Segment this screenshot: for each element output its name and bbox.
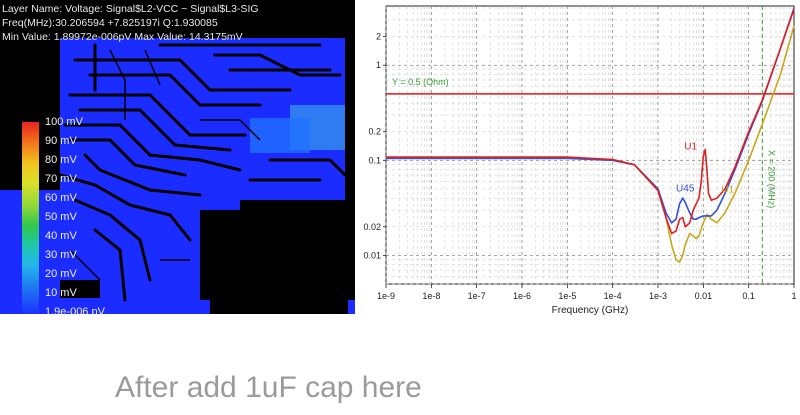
y-tick-label: 0.1 [368, 155, 381, 165]
simulation-view: Layer Name: Voltage: Signal$L2-VCC ~ Sig… [0, 0, 355, 314]
colorbar-label: 100 mV [45, 116, 83, 128]
x-axis-label: Frequency (GHz) [552, 305, 629, 316]
y-tick-label: 0.02 [363, 222, 381, 232]
x-tick-label: 0.1 [742, 291, 755, 301]
layer-name-label: Layer Name: Voltage: Signal$L2-VCC ~ Sig… [2, 3, 259, 15]
colorbar-label: 10 mV [45, 287, 77, 299]
colorbar-label: 80 mV [45, 154, 77, 166]
x-tick-label: 1e-5 [558, 291, 576, 301]
x-tick-label: 1 [791, 291, 796, 301]
series-label: U1 [684, 141, 697, 152]
y-tick-label: 2 [376, 32, 381, 42]
colorbar-label: 60 mV [45, 192, 77, 204]
colorbar-label: 50 mV [45, 211, 77, 223]
colorbar-label: 20 mV [45, 268, 77, 280]
x-tick-label: 1e-8 [422, 291, 440, 301]
colorbar-label: 1.9e-006 pV [45, 306, 105, 314]
colorbar-label: 30 mV [45, 249, 77, 261]
voltage-colorbar [22, 122, 39, 314]
colorbar-label: 40 mV [45, 230, 77, 242]
series-label: U45 [676, 183, 695, 194]
reference-label-y: Y = 0.5 (Ohm) [392, 77, 449, 87]
x-tick-label: 1e-3 [649, 291, 667, 301]
min-max-label: Min Value: 1.89972e-006pV Max Value: 14.… [2, 31, 243, 43]
y-tick-label: 0.2 [368, 127, 381, 137]
x-tick-label: 1e-7 [468, 291, 486, 301]
caption-text: After add 1uF cap here [115, 371, 422, 404]
colorbar-label: 90 mV [45, 135, 77, 147]
x-tick-label: 1e-6 [513, 291, 531, 301]
x-tick-label: 1e-9 [377, 291, 395, 301]
x-tick-label: 1e-4 [604, 291, 622, 301]
impedance-chart: Y = 0.5 (Ohm) X = 200 (MHz) U45 U1 U1 1e-9 1… [360, 0, 800, 320]
frequency-label: Freq(MHz):30.206594 +7.825197i Q:1.93008… [2, 17, 218, 29]
y-tick-label: 0.01 [363, 250, 381, 260]
series-label: U1 [721, 184, 734, 195]
colorbar-label: 70 mV [45, 173, 77, 185]
y-tick-label: 1 [376, 60, 381, 70]
x-tick-label: 0.01 [695, 291, 713, 301]
reference-label-x: X = 200 (MHz) [766, 150, 776, 208]
